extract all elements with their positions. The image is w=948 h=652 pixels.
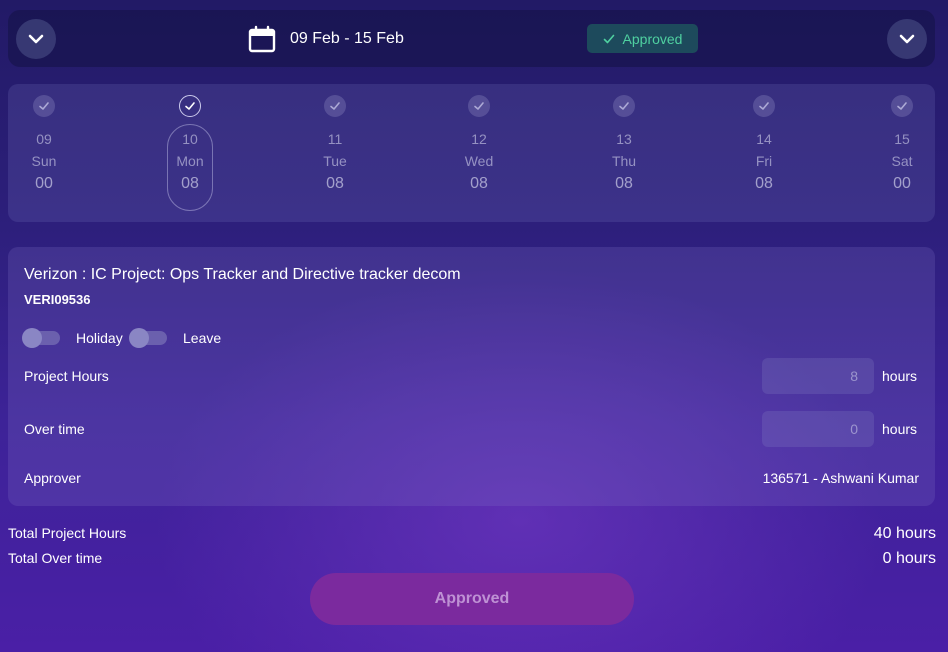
project-hours-unit: hours [882, 368, 918, 384]
check-icon [613, 95, 635, 117]
check-icon [324, 95, 346, 117]
project-hours-input[interactable] [762, 358, 874, 394]
status-badge: Approved [587, 24, 698, 53]
total-project-hours-value: 40 hours [873, 525, 936, 542]
day-weekday: Tue [323, 153, 347, 169]
day-thu[interactable]: 13 Thu 08 [594, 84, 654, 222]
day-mon[interactable]: 10 Mon 08 [160, 84, 220, 222]
holiday-label: Holiday [76, 330, 123, 346]
day-sat[interactable]: 15 Sat 00 [872, 84, 932, 222]
toggle-knob [22, 328, 42, 348]
day-sun[interactable]: 09 Sun 00 [14, 84, 74, 222]
day-hours: 00 [35, 175, 53, 192]
project-hours-label: Project Hours [24, 368, 109, 384]
project-card: Verizon : IC Project: Ops Tracker and Di… [8, 247, 935, 506]
approver-value: 136571 - Ashwani Kumar [762, 470, 919, 486]
next-week-button[interactable] [887, 19, 927, 59]
day-date: 12 [471, 131, 487, 147]
overtime-label: Over time [24, 421, 85, 437]
check-icon [753, 95, 775, 117]
total-overtime-label: Total Over time [8, 550, 103, 566]
selected-day-highlight [167, 124, 213, 211]
day-weekday: Sat [891, 153, 913, 169]
approved-button[interactable]: Approved [310, 573, 634, 625]
approver-label: Approver [24, 470, 81, 486]
day-date: 15 [894, 131, 910, 147]
chevron-down-icon [28, 34, 44, 44]
toggle-knob [129, 328, 149, 348]
check-icon [891, 95, 913, 117]
holiday-toggle[interactable] [22, 328, 60, 348]
date-range-label: 09 Feb - 15 Feb [290, 30, 404, 47]
overtime-input[interactable] [762, 411, 874, 447]
total-overtime-value: 0 hours [882, 550, 936, 567]
week-day-selector: 09 Sun 00 10 Mon 08 11 Tue 08 12 Wed 08 … [8, 84, 935, 222]
day-weekday: Thu [611, 153, 637, 169]
project-title: Verizon : IC Project: Ops Tracker and Di… [24, 266, 461, 283]
day-weekday: Sun [31, 153, 57, 169]
project-code: VERI09536 [24, 292, 91, 307]
day-date: 14 [756, 131, 772, 147]
day-date: 09 [36, 131, 52, 147]
day-hours: 08 [470, 175, 488, 192]
check-icon [33, 95, 55, 117]
chevron-down-icon [899, 34, 915, 44]
calendar-icon [248, 25, 276, 53]
week-navigation-bar: 09 Feb - 15 Feb Approved [8, 10, 935, 67]
day-hours: 08 [326, 175, 344, 192]
previous-week-button[interactable] [16, 19, 56, 59]
day-wed[interactable]: 12 Wed 08 [449, 84, 509, 222]
day-date: 13 [616, 131, 632, 147]
leave-label: Leave [183, 330, 222, 346]
day-hours: 08 [615, 175, 633, 192]
status-badge-label: Approved [622, 30, 683, 47]
check-icon [179, 95, 201, 117]
overtime-unit: hours [882, 421, 918, 437]
total-project-hours-label: Total Project Hours [8, 525, 127, 541]
day-hours: 08 [755, 175, 773, 192]
day-weekday: Fri [755, 153, 773, 169]
day-fri[interactable]: 14 Fri 08 [734, 84, 794, 222]
date-range[interactable]: 09 Feb - 15 Feb [248, 24, 404, 54]
day-tue[interactable]: 11 Tue 08 [305, 84, 365, 222]
day-hours: 00 [893, 175, 911, 192]
day-weekday: Wed [464, 153, 494, 169]
check-icon [603, 34, 614, 43]
day-date: 11 [327, 131, 343, 147]
check-icon [468, 95, 490, 117]
leave-toggle[interactable] [129, 328, 167, 348]
